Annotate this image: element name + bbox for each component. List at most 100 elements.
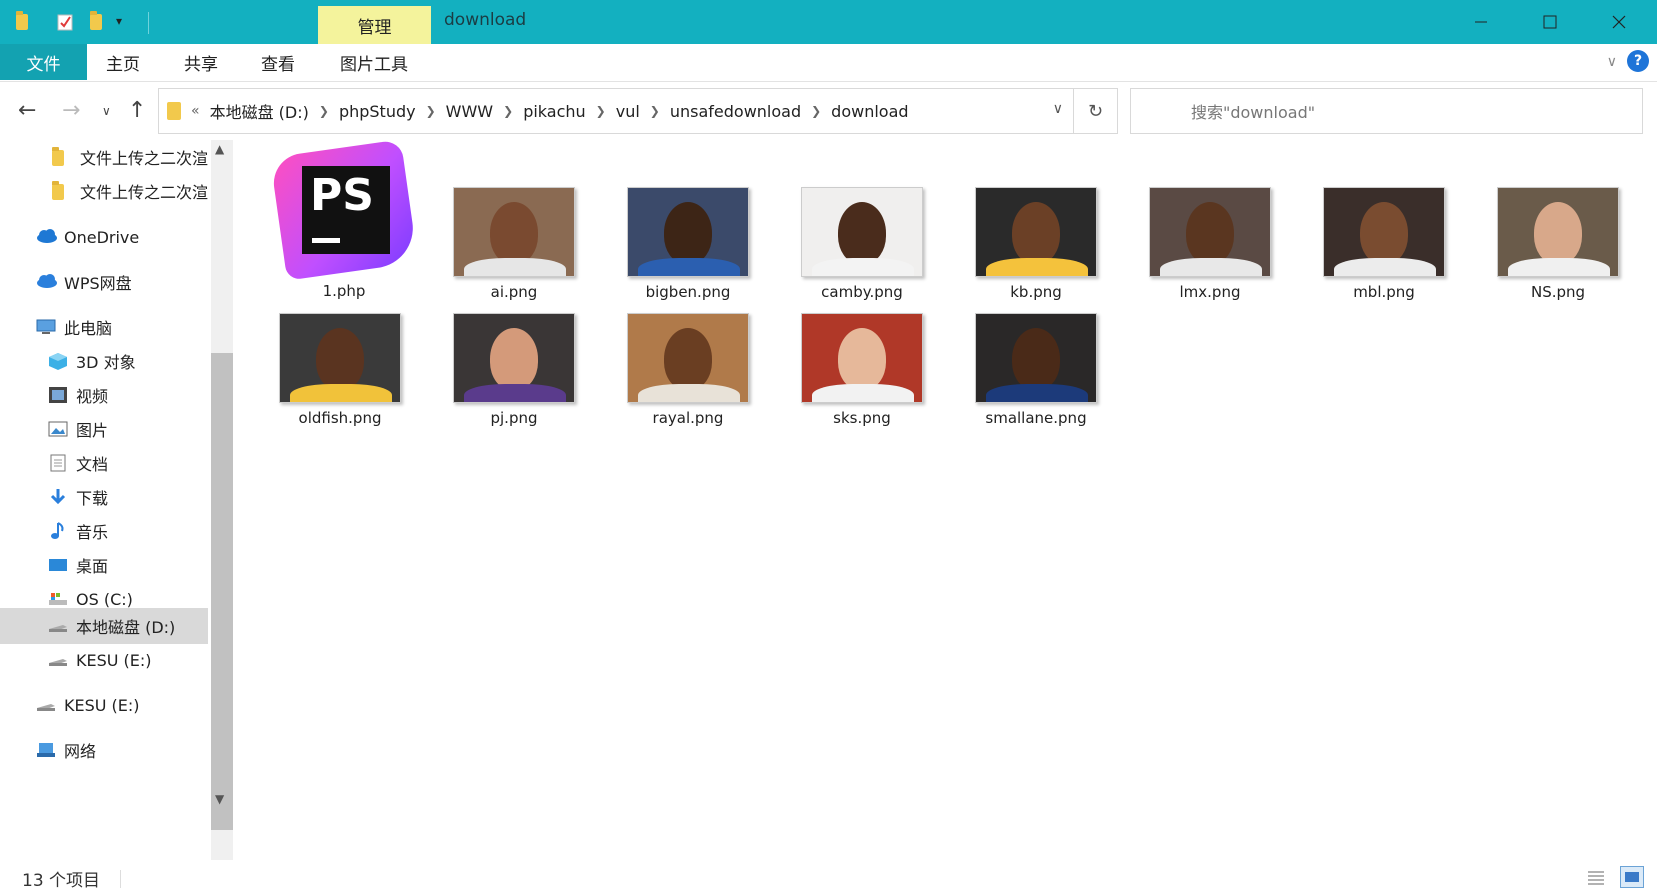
sidebar-item-drive-d[interactable]: 本地磁盘 (D:) <box>0 608 208 644</box>
sidebar-item-label: 网络 <box>64 742 97 761</box>
tab-file[interactable]: 文件 <box>0 44 87 80</box>
sidebar-item-music[interactable]: 音乐 <box>0 514 208 548</box>
chevron-right-icon[interactable]: ❯ <box>503 104 513 118</box>
sidebar-item-wps[interactable]: WPS网盘 <box>0 265 208 299</box>
new-folder-icon[interactable] <box>88 11 108 32</box>
file-item[interactable]: PS 1.php <box>264 139 424 300</box>
divider <box>120 870 121 888</box>
address-dropdown-button[interactable]: ∨ <box>1053 101 1063 117</box>
breadcrumb-drive[interactable]: 本地磁盘 (D:) <box>210 99 309 123</box>
expand-ribbon-icon[interactable]: ∨ <box>1607 54 1617 70</box>
forward-button[interactable]: → <box>62 98 80 123</box>
properties-icon[interactable] <box>56 12 76 32</box>
up-button[interactable]: ↑ <box>128 98 146 123</box>
video-icon <box>48 386 68 404</box>
address-bar[interactable]: « 本地磁盘 (D:) ❯ phpStudy ❯ WWW ❯ pikachu ❯… <box>158 88 1074 134</box>
help-button[interactable]: ? <box>1627 50 1649 72</box>
file-item[interactable]: pj.png <box>434 313 594 427</box>
tab-picture-tools[interactable]: 图片工具 <box>320 44 428 80</box>
sidebar-item-this-pc[interactable]: 此电脑 <box>0 310 208 344</box>
file-item[interactable]: ai.png <box>434 187 594 301</box>
recent-locations-button[interactable]: ∨ <box>102 104 111 118</box>
drive-icon <box>36 696 56 714</box>
file-list: PS 1.php ai.png bigben.png camby.png kb.… <box>240 139 1657 860</box>
image-thumbnail <box>975 187 1097 277</box>
sidebar-item-drive-e-root[interactable]: KESU (E:) <box>0 688 208 722</box>
sidebar-item-label: 文件上传之二次渲染 <box>80 183 208 202</box>
sidebar-item-downloads[interactable]: 下载 <box>0 480 208 514</box>
tab-share[interactable]: 共享 <box>166 44 236 80</box>
folder-icon <box>52 181 72 200</box>
breadcrumb-download[interactable]: download <box>831 102 908 121</box>
folder-icon <box>167 102 181 120</box>
breadcrumb-unsafedownload[interactable]: unsafedownload <box>670 102 801 121</box>
file-name: pj.png <box>490 409 538 427</box>
file-item[interactable]: smallane.png <box>956 313 1116 427</box>
sidebar-item-label: 此电脑 <box>64 319 113 338</box>
scroll-down-icon[interactable]: ▼ <box>215 792 224 806</box>
chevron-right-icon[interactable]: ❯ <box>596 104 606 118</box>
maximize-button[interactable] <box>1521 0 1579 44</box>
sidebar-item-3d[interactable]: 3D 对象 <box>0 344 208 378</box>
file-name: ai.png <box>490 283 538 301</box>
breadcrumb-phpstudy[interactable]: phpStudy <box>339 102 416 121</box>
sidebar-item-folder-2[interactable]: 文件上传之二次渲染 <box>0 174 208 208</box>
file-name: 1.php <box>322 282 366 300</box>
folder-icon <box>14 11 34 32</box>
close-button[interactable] <box>1590 0 1648 44</box>
file-item[interactable]: kb.png <box>956 187 1116 301</box>
sidebar-item-videos[interactable]: 视频 <box>0 378 208 412</box>
file-name: camby.png <box>821 283 903 301</box>
file-item[interactable]: camby.png <box>782 187 942 301</box>
sidebar-item-onedrive[interactable]: OneDrive <box>0 220 208 254</box>
back-button[interactable]: ← <box>18 98 36 123</box>
chevron-right-icon[interactable]: ❯ <box>811 104 821 118</box>
file-item[interactable]: mbl.png <box>1304 187 1464 301</box>
tab-view[interactable]: 查看 <box>243 44 313 80</box>
chevron-right-icon[interactable]: ❯ <box>319 104 329 118</box>
image-thumbnail <box>975 313 1097 403</box>
file-item[interactable]: NS.png <box>1478 187 1638 301</box>
chevron-right-icon[interactable]: ❯ <box>426 104 436 118</box>
file-item[interactable]: oldfish.png <box>260 313 420 427</box>
cube-icon <box>48 352 68 370</box>
file-item[interactable]: bigben.png <box>608 187 768 301</box>
music-icon <box>48 522 68 540</box>
image-thumbnail <box>627 313 749 403</box>
sidebar-item-drive-e[interactable]: KESU (E:) <box>0 643 208 677</box>
file-item[interactable]: sks.png <box>782 313 942 427</box>
sidebar-item-label: 文件上传之二次渲染 <box>80 149 208 168</box>
customize-qa-icon[interactable]: ▾ <box>116 14 136 34</box>
minimize-button[interactable] <box>1452 0 1510 44</box>
sidebar-item-documents[interactable]: 文档 <box>0 446 208 480</box>
overflow-button[interactable]: « <box>191 103 200 119</box>
details-view-icon[interactable] <box>1584 866 1608 888</box>
image-thumbnail <box>1149 187 1271 277</box>
tab-home[interactable]: 主页 <box>88 44 158 80</box>
refresh-button[interactable]: ↻ <box>1074 88 1118 134</box>
search-input[interactable]: 搜索"download" <box>1130 88 1643 134</box>
scroll-thumb[interactable] <box>211 353 233 830</box>
file-name: lmx.png <box>1179 283 1241 301</box>
sidebar-item-label: 文档 <box>76 455 109 474</box>
cloud-icon <box>36 228 57 246</box>
file-item[interactable]: lmx.png <box>1130 187 1290 301</box>
breadcrumb-www[interactable]: WWW <box>446 102 493 121</box>
file-item[interactable]: rayal.png <box>608 313 768 427</box>
chevron-right-icon[interactable]: ❯ <box>650 104 660 118</box>
sidebar-item-network[interactable]: 网络 <box>0 733 208 767</box>
navigation-pane: 文件上传之二次渲染 文件上传之二次渲染 OneDrive WPS网盘 此电脑 3… <box>0 140 234 860</box>
sidebar-item-pictures[interactable]: 图片 <box>0 412 208 446</box>
sidebar-scrollbar[interactable]: ▲ ▼ <box>211 140 233 860</box>
drive-icon <box>48 590 68 608</box>
sidebar-item-folder-1[interactable]: 文件上传之二次渲染 <box>0 140 208 174</box>
breadcrumb-pikachu[interactable]: pikachu <box>523 102 585 121</box>
tab-manage[interactable]: 管理 <box>318 6 431 44</box>
scroll-up-icon[interactable]: ▲ <box>215 142 224 156</box>
large-icons-view-icon[interactable] <box>1620 866 1644 888</box>
drive-icon <box>48 651 68 669</box>
sidebar-item-desktop[interactable]: 桌面 <box>0 548 208 582</box>
image-thumbnail <box>453 313 575 403</box>
sidebar-item-label: 桌面 <box>76 557 109 576</box>
breadcrumb-vul[interactable]: vul <box>616 102 640 121</box>
